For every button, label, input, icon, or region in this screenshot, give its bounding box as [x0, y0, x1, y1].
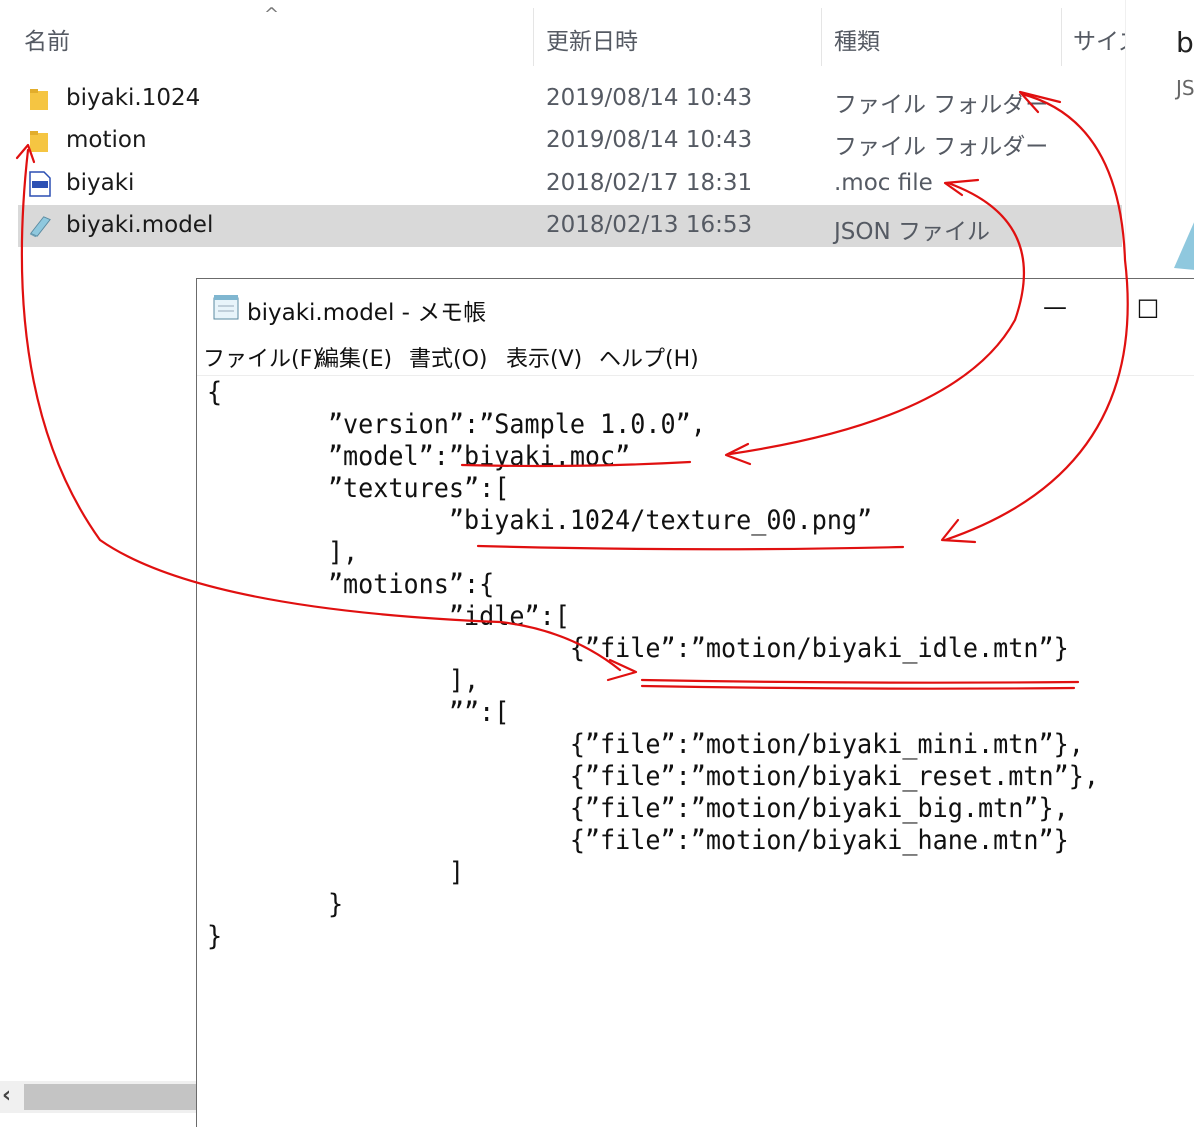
- file-name: biyaki.1024: [66, 85, 201, 111]
- file-row-motion[interactable]: motion 2019/08/14 10:43 ファイル フォルダー: [18, 120, 1122, 162]
- scroll-left-icon[interactable]: ‹: [2, 1083, 11, 1108]
- menu-view[interactable]: 表示(V): [506, 341, 582, 373]
- scrollbar-thumb[interactable]: [24, 1084, 196, 1110]
- window-title: biyaki.model - メモ帳: [247, 300, 487, 326]
- horizontal-scrollbar[interactable]: ‹: [0, 1081, 196, 1113]
- json-file-icon: [29, 216, 51, 238]
- file-name: motion: [66, 127, 147, 153]
- file-date: 2018/02/17 18:31: [546, 170, 753, 196]
- json-preview-icon: [1174, 222, 1194, 270]
- notepad-window: biyaki.model - メモ帳 — □ ファイル(F) 編集(E) 書式(…: [196, 278, 1194, 1127]
- file-date: 2018/02/13 16:53: [546, 212, 753, 238]
- column-header: ^ 名前 更新日時 種類 サイズ: [0, 0, 1125, 76]
- file-date: 2019/08/14 10:43: [546, 85, 753, 111]
- file-row-biyaki[interactable]: biyaki 2018/02/17 18:31 .moc file: [18, 163, 1122, 205]
- menu-file[interactable]: ファイル(F): [203, 341, 321, 373]
- file-type: ファイル フォルダー: [834, 92, 1049, 118]
- column-date[interactable]: 更新日時: [546, 22, 638, 56]
- file-row-biyaki-1024[interactable]: biyaki.1024 2019/08/14 10:43 ファイル フォルダー: [18, 78, 1122, 120]
- notepad-icon: [213, 295, 239, 320]
- folder-icon: [30, 131, 48, 152]
- menu-format[interactable]: 書式(O): [409, 341, 487, 373]
- file-type: .moc file: [834, 170, 933, 196]
- file-date: 2019/08/14 10:43: [546, 127, 753, 153]
- file-row-biyaki-model[interactable]: biyaki.model 2018/02/13 16:53 JSON ファイル: [18, 205, 1122, 247]
- column-divider[interactable]: [821, 8, 822, 66]
- menu-edit[interactable]: 編集(E): [317, 341, 392, 373]
- sort-indicator-icon: ^: [264, 4, 280, 25]
- preview-title: b: [1176, 26, 1194, 59]
- column-type[interactable]: 種類: [834, 22, 880, 56]
- column-divider[interactable]: [533, 8, 534, 66]
- menu-bar: ファイル(F) 編集(E) 書式(O) 表示(V) ヘルプ(H): [197, 339, 1194, 376]
- menu-help[interactable]: ヘルプ(H): [599, 341, 699, 373]
- column-size[interactable]: サイズ: [1073, 22, 1125, 56]
- text-editor[interactable]: { ”version”:”Sample 1.0.0”, ”model”:”biy…: [207, 377, 1099, 953]
- preview-subtitle: JS: [1176, 76, 1194, 100]
- file-type: JSON ファイル: [834, 219, 991, 245]
- file-name: biyaki.model: [66, 212, 214, 238]
- moc-file-icon: [29, 171, 51, 197]
- file-name: biyaki: [66, 170, 135, 196]
- maximize-button[interactable]: □: [1122, 289, 1174, 325]
- column-divider[interactable]: [1061, 8, 1062, 66]
- minimize-button[interactable]: —: [1029, 289, 1081, 325]
- folder-icon: [30, 89, 48, 110]
- notepad-titlebar[interactable]: biyaki.model - メモ帳 — □: [197, 279, 1194, 335]
- column-name[interactable]: 名前: [24, 22, 70, 56]
- file-type: ファイル フォルダー: [834, 134, 1049, 160]
